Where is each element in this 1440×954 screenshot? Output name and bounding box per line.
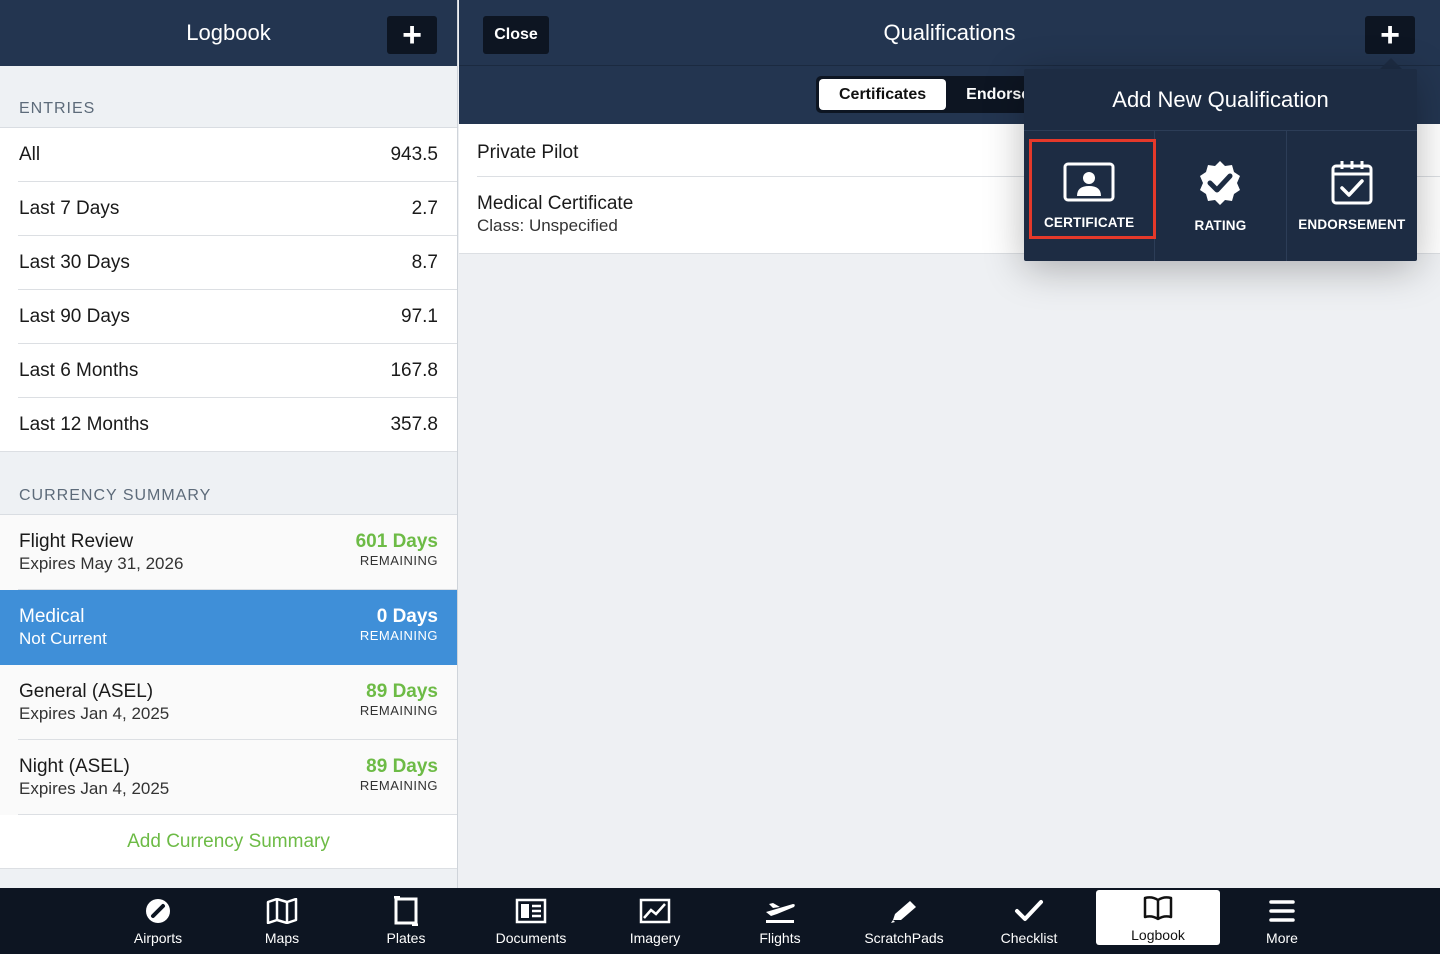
add-endorsement-option[interactable]: ENDORSEMENT bbox=[1287, 131, 1417, 261]
tab-maps[interactable]: Maps bbox=[220, 888, 344, 954]
certificate-icon bbox=[1063, 162, 1115, 207]
add-currency-summary-button[interactable]: Add Currency Summary bbox=[0, 815, 457, 869]
add-certificate-option[interactable]: CERTIFICATE bbox=[1024, 131, 1157, 261]
tab-label: Maps bbox=[264, 930, 300, 946]
tab-flights[interactable]: Flights bbox=[718, 888, 842, 954]
page-title: Logbook bbox=[186, 20, 271, 45]
currency-expiry: Expires May 31, 2026 bbox=[19, 554, 184, 573]
add-qualification-button[interactable]: + bbox=[1365, 16, 1415, 54]
imagery-icon bbox=[639, 896, 671, 926]
tab-label: Documents bbox=[495, 930, 567, 946]
menu-icon bbox=[1269, 896, 1295, 926]
tab-label: Logbook bbox=[1131, 926, 1185, 943]
currency-name: Night (ASEL) bbox=[19, 756, 130, 777]
currency-days: 0 Days bbox=[376, 606, 438, 627]
close-button[interactable]: Close bbox=[483, 16, 549, 54]
qualifications-title: Qualifications bbox=[883, 19, 1016, 45]
option-label: CERTIFICATE bbox=[1043, 215, 1135, 230]
calendar-check-icon bbox=[1330, 160, 1374, 209]
tab-plates[interactable]: Plates bbox=[344, 888, 468, 954]
entry-value: 943.5 bbox=[390, 144, 438, 165]
tab-label: Checklist bbox=[1000, 930, 1058, 946]
flights-icon bbox=[763, 896, 797, 926]
entries-section-header: ENTRIES bbox=[0, 66, 457, 128]
currency-expiry: Not Current bbox=[19, 629, 107, 648]
popover-arrow bbox=[1380, 58, 1402, 69]
currency-row-general-asel[interactable]: General (ASEL) Expires Jan 4, 2025 89 Da… bbox=[0, 665, 457, 740]
tab-more[interactable]: More bbox=[1220, 888, 1344, 954]
tab-imagery[interactable]: Imagery bbox=[593, 888, 717, 954]
entry-label: Last 6 Months bbox=[19, 360, 139, 381]
entry-value: 97.1 bbox=[401, 306, 438, 327]
currency-expiry: Expires Jan 4, 2025 bbox=[19, 704, 170, 723]
entry-row-last-7-days[interactable]: Last 7 Days 2.7 bbox=[0, 182, 457, 236]
currency-remaining-label: REMAINING bbox=[359, 553, 438, 568]
logbook-header: Logbook + bbox=[0, 0, 457, 66]
entry-value: 167.8 bbox=[390, 360, 438, 381]
entry-label: Last 90 Days bbox=[19, 306, 130, 327]
add-rating-option[interactable]: RATING bbox=[1155, 131, 1287, 261]
currency-expiry: Expires Jan 4, 2025 bbox=[19, 779, 170, 798]
currency-days: 601 Days bbox=[355, 531, 438, 552]
checkmark-icon bbox=[1014, 896, 1044, 926]
tab-bar: Airports Maps Plates Documents Imagery F… bbox=[0, 888, 1440, 954]
currency-days: 89 Days bbox=[366, 756, 438, 777]
pencil-icon bbox=[889, 896, 919, 926]
currency-remaining-label: REMAINING bbox=[359, 628, 438, 643]
rating-badge-icon bbox=[1196, 159, 1244, 210]
entry-value: 8.7 bbox=[411, 252, 438, 273]
option-label: RATING bbox=[1194, 218, 1247, 233]
entry-row-last-6-months[interactable]: Last 6 Months 167.8 bbox=[0, 344, 457, 398]
entry-label: All bbox=[19, 144, 41, 165]
map-icon bbox=[266, 896, 298, 926]
currency-row-night-asel[interactable]: Night (ASEL) Expires Jan 4, 2025 89 Days… bbox=[0, 740, 457, 815]
entry-value: 2.7 bbox=[411, 198, 438, 219]
currency-remaining-label: REMAINING bbox=[359, 703, 438, 718]
entry-label: Last 7 Days bbox=[19, 198, 120, 219]
plate-icon bbox=[393, 896, 419, 926]
popover-title: Add New Qualification bbox=[1024, 69, 1417, 131]
option-label: ENDORSEMENT bbox=[1298, 217, 1406, 232]
tab-logbook[interactable]: Logbook bbox=[1096, 890, 1220, 945]
tab-airports[interactable]: Airports bbox=[96, 888, 220, 954]
entry-row-all[interactable]: All 943.5 bbox=[0, 128, 457, 182]
tab-documents[interactable]: Documents bbox=[469, 888, 593, 954]
currency-name: General (ASEL) bbox=[19, 681, 154, 702]
book-icon bbox=[1142, 893, 1174, 923]
entry-row-last-90-days[interactable]: Last 90 Days 97.1 bbox=[0, 290, 457, 344]
add-qualification-popover: Add New Qualification CERTIFICATE RATING bbox=[1024, 69, 1417, 261]
currency-row-flight-review[interactable]: Flight Review Expires May 31, 2026 601 D… bbox=[0, 515, 457, 590]
documents-icon bbox=[515, 896, 547, 926]
entry-label: Last 30 Days bbox=[19, 252, 130, 273]
currency-row-medical[interactable]: Medical Not Current 0 Days REMAINING bbox=[0, 590, 457, 665]
tab-label: More bbox=[1266, 930, 1298, 946]
tab-label: Airports bbox=[133, 930, 183, 946]
tab-label: Plates bbox=[386, 930, 426, 946]
currency-name: Flight Review bbox=[19, 531, 134, 552]
entry-value: 357.8 bbox=[390, 414, 438, 435]
entry-label: Last 12 Months bbox=[19, 414, 149, 435]
airport-icon bbox=[144, 896, 172, 926]
segment-certificates[interactable]: Certificates bbox=[819, 79, 947, 110]
segmented-control: Certificates Endorse bbox=[816, 76, 1054, 113]
qualifications-header: Close Qualifications + bbox=[459, 0, 1440, 66]
tab-label: Imagery bbox=[629, 930, 681, 946]
currency-name: Medical bbox=[19, 606, 85, 627]
currency-section-header: CURRENCY SUMMARY bbox=[0, 452, 457, 515]
entry-row-last-30-days[interactable]: Last 30 Days 8.7 bbox=[0, 236, 457, 290]
logbook-pane: Logbook + ENTRIES All 943.5 Last 7 Days … bbox=[0, 0, 458, 888]
entry-row-last-12-months[interactable]: Last 12 Months 357.8 bbox=[0, 398, 457, 452]
tab-label: Flights bbox=[759, 930, 801, 946]
popover-options: CERTIFICATE RATING ENDORSEMENT bbox=[1024, 131, 1417, 261]
tab-label: ScratchPads bbox=[864, 930, 944, 946]
add-entry-button[interactable]: + bbox=[387, 16, 437, 54]
tab-checklist[interactable]: Checklist bbox=[967, 888, 1091, 954]
currency-remaining-label: REMAINING bbox=[359, 778, 438, 793]
currency-days: 89 Days bbox=[366, 681, 438, 702]
tab-scratchpads[interactable]: ScratchPads bbox=[842, 888, 966, 954]
